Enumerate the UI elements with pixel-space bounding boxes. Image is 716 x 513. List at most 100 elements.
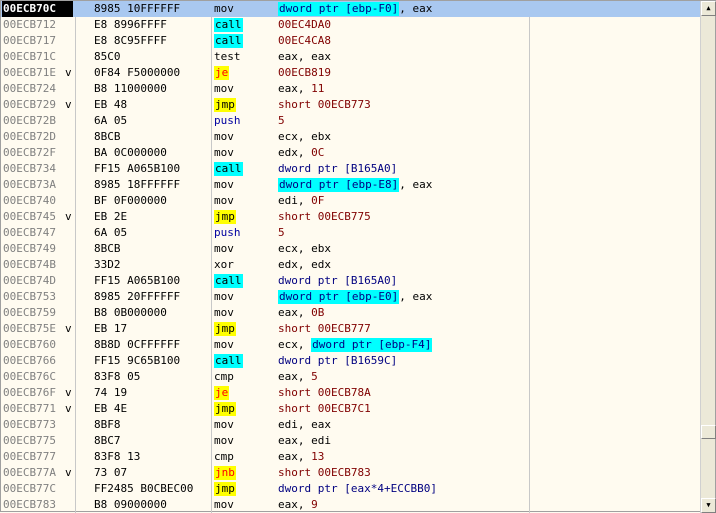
operand-cell: edi, 0F <box>278 193 528 209</box>
address-cell: 00ECB740 <box>3 194 56 207</box>
address-cell: 00ECB712 <box>3 18 56 31</box>
disassembly-window: 00ECB70C 8985 10FFFFFF mov dword ptr [ebp-F… <box>0 0 716 513</box>
hex-bytes-cell: 83F8 05 <box>94 370 141 383</box>
disassembly-row[interactable]: 00ECB729 v EB 48 jmp short 00ECB773 <box>1 97 701 113</box>
address-cell: 00ECB777 <box>3 450 56 463</box>
address-cell: 00ECB729 <box>3 98 56 111</box>
disassembly-row[interactable]: 00ECB77C FF2485 B0CBEC00 jmp dword ptr [eax… <box>1 481 701 497</box>
disassembly-row[interactable]: 00ECB70C 8985 10FFFFFF mov dword ptr [ebp-F… <box>1 1 701 17</box>
disassembly-row[interactable]: 00ECB712 E8 8996FFFF call 00EC4DA0 <box>1 17 701 33</box>
hex-bytes-cell: BF 0F000000 <box>94 194 167 207</box>
operand-part: short 00ECB7C1 <box>278 402 371 415</box>
disassembly-row[interactable]: 00ECB773 8BF8 mov edi, eax <box>1 417 701 433</box>
disassembly-row[interactable]: 00ECB77A v 73 07 jnb short 00ECB783 <box>1 465 701 481</box>
jump-marker: v <box>65 98 72 111</box>
operand-cell: short 00ECB78A <box>278 385 528 401</box>
hex-bytes-cell: EB 17 <box>94 322 128 335</box>
operand-part: 11 <box>311 82 325 95</box>
operand-cell: 5 <box>278 113 528 129</box>
disassembly-row[interactable]: 00ECB717 E8 8C95FFFF call 00EC4CA8 <box>1 33 701 49</box>
operand-cell: ecx, dword ptr [ebp-F4] <box>278 337 528 353</box>
hex-bytes-cell: B8 11000000 <box>94 82 167 95</box>
mnemonic-cell: mov <box>214 337 274 353</box>
disassembly-row[interactable]: 00ECB775 8BC7 mov eax, edi <box>1 433 701 449</box>
disassembly-row[interactable]: 00ECB749 8BCB mov ecx, ebx <box>1 241 701 257</box>
operand-part: edx, edx <box>278 258 331 271</box>
mnemonic-cell: jmp <box>214 97 274 113</box>
operand-cell: dword ptr [eax*4+ECCBB0] <box>278 481 528 497</box>
disassembly-row[interactable]: 00ECB72F BA 0C000000 mov edx, 0C <box>1 145 701 161</box>
arrow-down-icon[interactable]: ▼ <box>701 498 716 513</box>
disassembly-row[interactable]: 00ECB783 B8 09000000 mov eax, 9 <box>1 497 701 513</box>
disassembly-row[interactable]: 00ECB71E v 0F84 F5000000 je 00ECB819 <box>1 65 701 81</box>
hex-bytes-cell: FF15 9C65B100 <box>94 354 181 367</box>
disassembly-row[interactable]: 00ECB74B 33D2 xor edx, edx <box>1 257 701 273</box>
disassembly-row[interactable]: 00ECB724 B8 11000000 mov eax, 11 <box>1 81 701 97</box>
disassembly-row[interactable]: 00ECB760 8B8D 0CFFFFFF mov ecx, dword ptr [… <box>1 337 701 353</box>
disassembly-row[interactable]: 00ECB72B 6A 05 push 5 <box>1 113 701 129</box>
disassembly-row[interactable]: 00ECB72D 8BCB mov ecx, ebx <box>1 129 701 145</box>
mnemonic: cmp <box>214 370 234 383</box>
operand-cell: short 00ECB783 <box>278 465 528 481</box>
hex-bytes-cell: 74 19 <box>94 386 128 399</box>
disassembly-row[interactable]: 00ECB747 6A 05 push 5 <box>1 225 701 241</box>
disassembly-row[interactable]: 00ECB76F v 74 19 je short 00ECB78A <box>1 385 701 401</box>
hex-bytes-cell: FF15 A065B100 <box>94 162 181 175</box>
jump-marker <box>65 481 75 497</box>
disassembly-row[interactable]: 00ECB75E v EB 17 jmp short 00ECB777 <box>1 321 701 337</box>
address-cell: 00ECB75E <box>3 322 56 335</box>
jump-marker <box>65 113 75 129</box>
jump-marker <box>65 145 75 161</box>
operand-part: short 00ECB775 <box>278 210 371 223</box>
address-cell: 00ECB72F <box>3 146 56 159</box>
disassembly-row[interactable]: 00ECB753 8985 20FFFFFF mov dword ptr [ebp-E… <box>1 289 701 305</box>
jump-marker <box>65 257 75 273</box>
jump-marker <box>65 369 75 385</box>
disassembly-row[interactable]: 00ECB745 v EB 2E jmp short 00ECB775 <box>1 209 701 225</box>
disassembly-row[interactable]: 00ECB766 FF15 9C65B100 call dword ptr [B165… <box>1 353 701 369</box>
disassembly-row[interactable]: 00ECB734 FF15 A065B100 call dword ptr [B165… <box>1 161 701 177</box>
jump-marker <box>65 225 75 241</box>
jump-marker <box>65 433 75 449</box>
operand-part: edi, eax <box>278 418 331 431</box>
mnemonic-cell: call <box>214 161 274 177</box>
disassembly-row[interactable]: 00ECB73A 8985 18FFFFFF mov dword ptr [ebp-E… <box>1 177 701 193</box>
hex-bytes-cell: 8985 18FFFFFF <box>94 178 181 191</box>
disassembly-row[interactable]: 00ECB771 v EB 4E jmp short 00ECB7C1 <box>1 401 701 417</box>
address-cell: 00ECB70C <box>2 1 73 17</box>
operand-cell: short 00ECB773 <box>278 97 528 113</box>
operand-cell: ecx, ebx <box>278 241 528 257</box>
arrow-up-icon[interactable]: ▲ <box>701 1 716 16</box>
vertical-scrollbar[interactable]: ▲ ▼ <box>700 1 716 513</box>
operand-cell: short 00ECB777 <box>278 321 528 337</box>
operand-part: eax, <box>278 82 312 95</box>
disassembly-row[interactable]: 00ECB777 83F8 13 cmp eax, 13 <box>1 449 701 465</box>
mnemonic: mov <box>214 82 234 95</box>
operand-part: 0F <box>311 194 325 207</box>
address-cell: 00ECB773 <box>3 418 56 431</box>
operand-part: ecx, ebx <box>278 242 331 255</box>
operand-cell: eax, 9 <box>278 497 528 513</box>
mnemonic-cell: push <box>214 113 274 129</box>
jump-marker <box>65 273 75 289</box>
disassembly-row[interactable]: 00ECB74D FF15 A065B100 call dword ptr [B165… <box>1 273 701 289</box>
operand-cell: 5 <box>278 225 528 241</box>
address-cell: 00ECB74D <box>3 274 56 287</box>
operand-cell: short 00ECB7C1 <box>278 401 528 417</box>
jump-marker: v <box>65 66 72 79</box>
mnemonic-cell: mov <box>214 1 274 17</box>
disassembly-row[interactable]: 00ECB71C 85C0 test eax, eax <box>1 49 701 65</box>
mnemonic: jmp <box>214 322 236 336</box>
address-cell: 00ECB759 <box>3 306 56 319</box>
disassembly-row[interactable]: 00ECB76C 83F8 05 cmp eax, 5 <box>1 369 701 385</box>
hex-bytes-cell: EB 48 <box>94 98 128 111</box>
disassembly-row[interactable]: 00ECB759 B8 0B000000 mov eax, 0B <box>1 305 701 321</box>
jump-marker <box>65 161 75 177</box>
jump-marker <box>65 241 75 257</box>
hex-bytes-cell: 8985 20FFFFFF <box>94 290 181 303</box>
hex-bytes-cell: B8 09000000 <box>94 498 167 511</box>
scroll-thumb[interactable] <box>701 425 716 439</box>
mnemonic: call <box>214 162 243 176</box>
mnemonic-cell: jmp <box>214 209 274 225</box>
disassembly-row[interactable]: 00ECB740 BF 0F000000 mov edi, 0F <box>1 193 701 209</box>
